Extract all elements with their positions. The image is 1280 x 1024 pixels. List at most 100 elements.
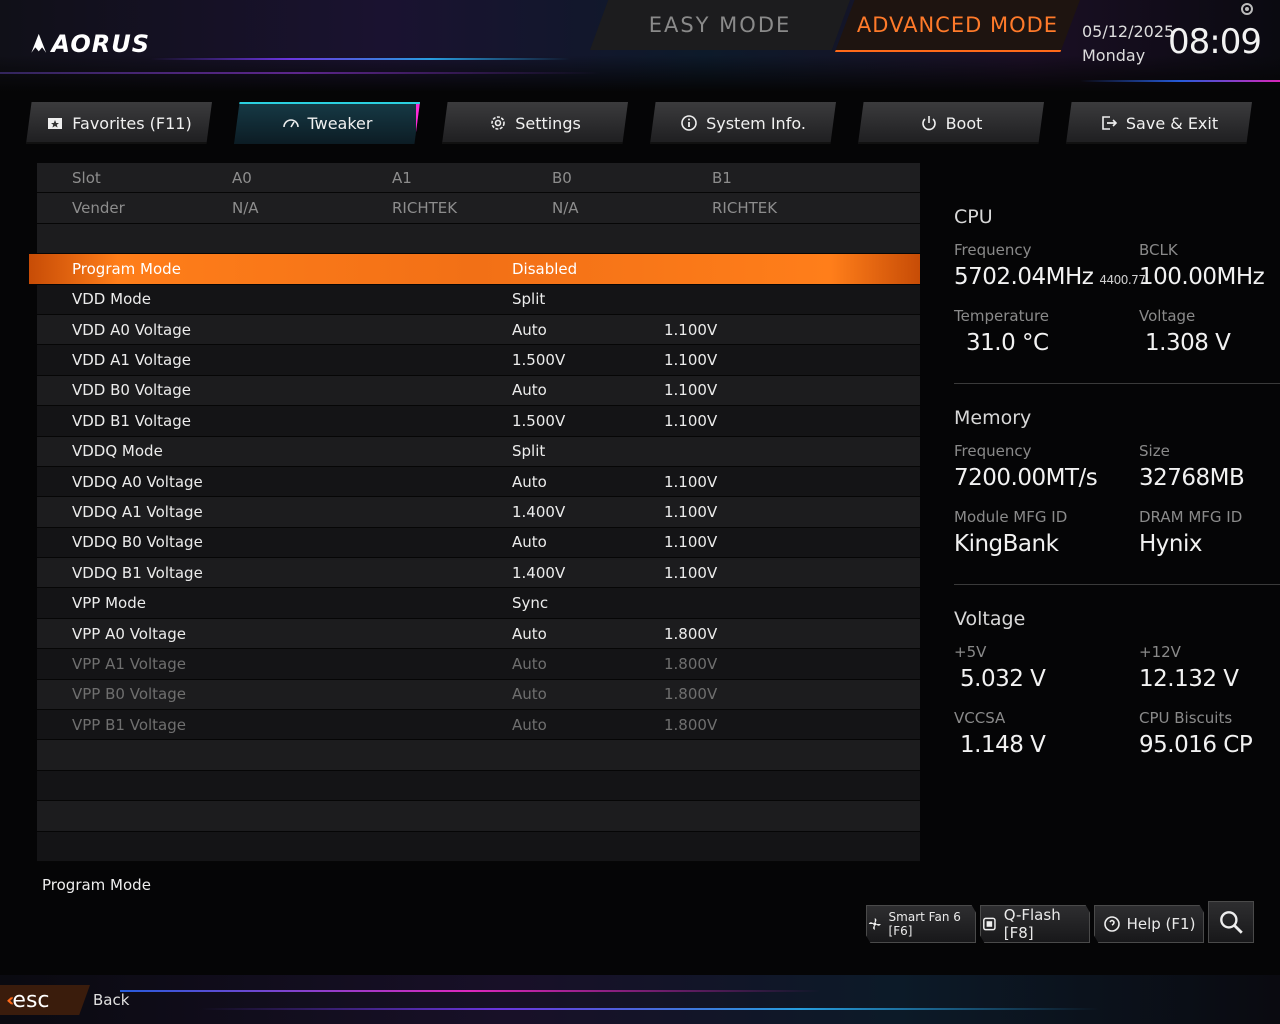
module-mfg-label: Module MFG ID	[954, 508, 1068, 526]
setting-value[interactable]: Disabled	[512, 260, 577, 278]
setting-value[interactable]: Split	[512, 442, 545, 460]
setting-row[interactable]: VDDQ B1 Voltage 1.400V 1.100V	[37, 558, 920, 589]
setting-value[interactable]: 1.400V	[512, 564, 565, 582]
setting-value: Auto	[512, 685, 547, 704]
setting-row[interactable]: VPP Mode Sync	[37, 588, 920, 619]
chip-icon	[983, 917, 996, 931]
setting-name: VDD A1 Voltage	[72, 351, 191, 370]
cpu-title: CPU	[954, 206, 993, 228]
setting-row[interactable]: VDDQ A1 Voltage 1.400V 1.100V	[37, 497, 920, 528]
setting-value: Auto	[512, 654, 547, 673]
divider	[954, 383, 1280, 384]
v12-label: +12V	[1139, 643, 1181, 661]
tab-boot[interactable]: Boot	[858, 102, 1044, 144]
tab-label: System Info.	[706, 113, 806, 133]
setting-row: VPP A1 Voltage Auto 1.800V	[37, 649, 920, 680]
setting-value[interactable]: Auto	[512, 473, 547, 491]
tab-label: Save & Exit	[1125, 113, 1219, 133]
setting-name: Program Mode	[72, 259, 181, 278]
setting-row[interactable]: VDDQ Mode Split	[37, 436, 920, 467]
setting-current-value: 1.800V	[664, 685, 718, 704]
setting-name: VDDQ B1 Voltage	[72, 563, 203, 582]
setting-value[interactable]: Auto	[512, 321, 547, 339]
tab-save-exit[interactable]: Save & Exit	[1066, 102, 1252, 144]
divider	[954, 584, 1280, 585]
gear-icon[interactable]	[1238, 0, 1256, 18]
dram-mfg-value: Hynix	[1139, 531, 1203, 557]
speedometer-icon	[282, 119, 299, 128]
setting-current-value: 1.100V	[664, 563, 718, 582]
setting-value: Auto	[512, 715, 547, 734]
setting-current-value: 1.100V	[664, 502, 718, 521]
tab-tweaker[interactable]: Tweaker	[234, 102, 420, 144]
empty-row	[37, 831, 920, 862]
setting-row[interactable]: VDD Mode Split	[37, 284, 920, 315]
memory-title: Memory	[954, 407, 1032, 429]
star-folder-icon	[48, 118, 63, 129]
module-mfg-value: KingBank	[954, 531, 1059, 557]
search-button[interactable]	[1208, 901, 1254, 943]
cpu-volt-value: 1.308 V	[1145, 330, 1231, 356]
help-label: Help (F1)	[1126, 915, 1196, 933]
setting-row[interactable]: VDD B1 Voltage 1.500V 1.100V	[37, 406, 920, 437]
vccsa-label: VCCSA	[954, 709, 1006, 727]
setting-value[interactable]: 1.400V	[512, 503, 565, 521]
tab-system-info[interactable]: System Info.	[650, 102, 836, 144]
setting-current-value: 1.800V	[664, 654, 718, 673]
setting-current-value: 1.800V	[664, 715, 718, 734]
bclk-value: 100.00MHz	[1139, 264, 1265, 290]
setting-value[interactable]: Sync	[512, 594, 548, 612]
slot-label: Slot	[72, 168, 101, 187]
setting-current-value: 1.100V	[664, 533, 718, 552]
chevron-left-icon: ‹‹	[6, 989, 16, 1011]
help-button[interactable]: Help (F1)	[1094, 905, 1204, 943]
setting-name: VDDQ Mode	[72, 442, 163, 461]
setting-value[interactable]: 1.500V	[512, 412, 565, 430]
tab-settings[interactable]: Settings	[442, 102, 628, 144]
setting-name: VDDQ A1 Voltage	[72, 502, 203, 521]
setting-name: VDD Mode	[72, 290, 151, 309]
setting-value[interactable]: 1.500V	[512, 351, 565, 369]
cpu-volt-label: Voltage	[1139, 307, 1196, 325]
cpu-biscuits-label: CPU Biscuits	[1139, 709, 1233, 727]
qflash-button[interactable]: Q-Flash [F8]	[980, 905, 1090, 943]
header-streak	[1080, 80, 1280, 82]
day-text: Monday	[1082, 46, 1146, 65]
setting-row[interactable]: Program Mode Disabled	[29, 254, 920, 285]
setting-value[interactable]: Auto	[512, 533, 547, 551]
header-streak	[150, 58, 570, 60]
date-display: 05/12/2025 Monday	[1082, 20, 1174, 68]
setting-row[interactable]: VDD A0 Voltage Auto 1.100V	[37, 314, 920, 346]
slot-b0: B0	[552, 168, 572, 187]
mem-size-label: Size	[1139, 442, 1170, 460]
setting-row[interactable]: VDD B0 Voltage Auto 1.100V	[37, 375, 920, 407]
setting-name: VDDQ B0 Voltage	[72, 533, 203, 552]
brand-name: AORUS	[51, 30, 150, 58]
vendor-label: Vender	[72, 199, 125, 218]
smart-fan-button[interactable]: Smart Fan 6 [F6]	[866, 905, 976, 943]
setting-value[interactable]: Split	[512, 290, 545, 308]
tab-label: Boot	[945, 113, 983, 133]
easy-mode-button[interactable]: EASY MODE	[590, 0, 850, 50]
vendor-row: Vender N/A RICHTEK N/A RICHTEK	[37, 193, 920, 224]
vendor-a1: RICHTEK	[392, 199, 458, 218]
setting-row[interactable]: VPP A0 Voltage Auto 1.800V	[37, 618, 920, 650]
setting-row[interactable]: VDDQ B0 Voltage Auto 1.100V	[37, 527, 920, 559]
setting-name: VPP B1 Voltage	[72, 715, 186, 734]
setting-row[interactable]: VDDQ A0 Voltage Auto 1.100V	[37, 466, 920, 498]
exit-icon	[1102, 116, 1118, 130]
tab-favorites[interactable]: Favorites (F11)	[26, 102, 212, 144]
setting-current-value: 1.100V	[664, 381, 718, 400]
footer-band	[0, 975, 1280, 1024]
v12-value: 12.132 V	[1139, 666, 1239, 692]
mem-size-value: 32768MB	[1139, 465, 1245, 491]
esc-button[interactable]: ‹‹ esc	[0, 985, 90, 1015]
setting-value[interactable]: Auto	[512, 625, 547, 643]
mem-freq-label: Frequency	[954, 442, 1032, 460]
cpu-freq-label: Frequency	[954, 241, 1032, 259]
slot-header-row: Slot A0 A1 B0 B1	[37, 163, 920, 194]
advanced-mode-button[interactable]: ADVANCED MODE	[835, 0, 1080, 52]
setting-row[interactable]: VDD A1 Voltage 1.500V 1.100V	[37, 345, 920, 376]
cpu-freq: 5702.04MHz	[954, 264, 1094, 290]
setting-value[interactable]: Auto	[512, 381, 547, 399]
